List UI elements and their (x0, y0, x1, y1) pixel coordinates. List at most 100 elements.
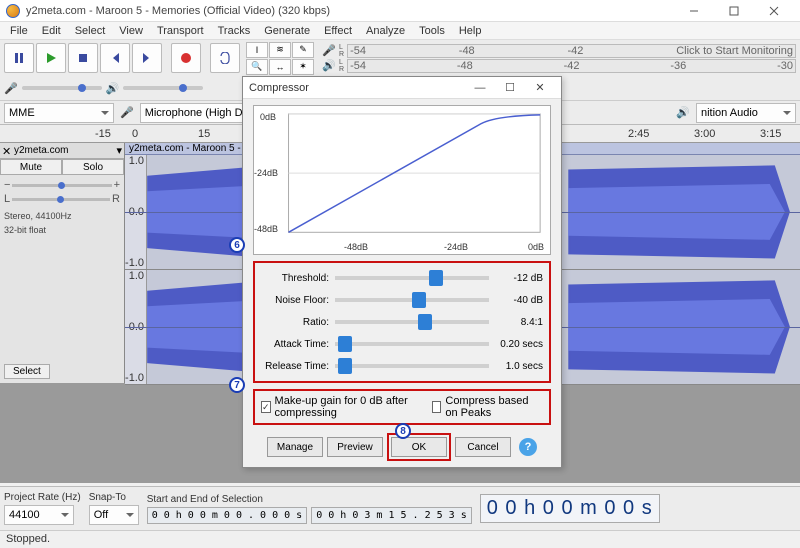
menu-generate[interactable]: Generate (258, 24, 316, 38)
ratio-value: 8.4:1 (495, 317, 543, 328)
menubar: File Edit Select View Transport Tracks G… (0, 22, 800, 40)
noise-floor-value: -40 dB (495, 295, 543, 306)
speaker-icon: 🔊 (322, 59, 336, 72)
mic-icon: 🎤 (322, 44, 336, 57)
snap-label: Snap-To (89, 492, 139, 503)
menu-file[interactable]: File (4, 24, 34, 38)
record-meter[interactable]: -54-48-42Click to Start Monitoring (347, 44, 796, 58)
menu-view[interactable]: View (113, 24, 149, 38)
close-button[interactable] (754, 0, 794, 22)
noise-floor-slider[interactable] (335, 298, 489, 302)
selection-end[interactable]: 0 0 h 0 3 m 1 5 . 2 5 3 s (311, 507, 472, 524)
ratio-slider[interactable] (335, 320, 489, 324)
mic-icon: 🎤 (120, 106, 134, 119)
timeshift-tool[interactable]: ↔ (269, 59, 291, 75)
play-volume-slider[interactable] (123, 86, 203, 90)
project-rate-dropdown[interactable]: 44100 (4, 505, 74, 525)
selection-start[interactable]: 0 0 h 0 0 m 0 0 . 0 0 0 s (147, 507, 308, 524)
dialog-title: Compressor (249, 82, 465, 94)
record-volume-slider[interactable] (22, 86, 102, 90)
host-dropdown[interactable]: MME (4, 103, 114, 123)
dialog-close-button[interactable]: ✕ (525, 78, 555, 98)
threshold-label: Threshold: (261, 273, 329, 284)
checks-group: ✓ Make-up gain for 0 dB after compressin… (253, 389, 551, 425)
dialog-maximize-button[interactable]: ☐ (495, 78, 525, 98)
menu-transport[interactable]: Transport (151, 24, 210, 38)
threshold-value: -12 dB (495, 273, 543, 284)
peaks-checkbox[interactable] (432, 401, 441, 413)
cancel-button[interactable]: Cancel (455, 437, 511, 457)
manage-button[interactable]: Manage (267, 437, 323, 457)
menu-tools[interactable]: Tools (413, 24, 451, 38)
stop-button[interactable] (68, 43, 98, 73)
makeup-gain-checkbox[interactable]: ✓ (261, 401, 271, 413)
selection-label: Start and End of Selection (147, 494, 472, 505)
track-format: Stereo, 44100Hz (0, 209, 124, 223)
selection-toolbar: Project Rate (Hz) 44100 Snap-To Off Star… (0, 486, 800, 530)
makeup-gain-label: Make-up gain for 0 dB after compressing (275, 395, 422, 419)
attack-label: Attack Time: (261, 339, 329, 350)
loop-button[interactable] (210, 43, 240, 73)
play-meter[interactable]: -54-48-42-36-30 (347, 59, 796, 73)
help-button[interactable]: ? (519, 438, 537, 456)
project-rate-label: Project Rate (Hz) (4, 492, 81, 503)
compressor-dialog: Compressor — ☐ ✕ 0dB -24dB -48dB -48dB -… (242, 76, 562, 468)
pause-button[interactable] (4, 43, 34, 73)
threshold-slider[interactable] (335, 276, 489, 280)
track-depth: 32-bit float (0, 223, 124, 237)
track-close-button[interactable]: ✕ (2, 145, 14, 157)
titlebar: y2meta.com - Maroon 5 - Memories (Offici… (0, 0, 800, 22)
speaker-icon: 🔊 (106, 82, 120, 95)
track-control-panel: ✕ y2meta.com ▾ Mute Solo −+ LR Stereo, 4… (0, 143, 125, 383)
dialog-minimize-button[interactable]: — (465, 78, 495, 98)
release-slider[interactable] (335, 364, 489, 368)
play-button[interactable] (36, 43, 66, 73)
release-value: 1.0 secs (495, 361, 543, 372)
envelope-tool[interactable]: ≋ (269, 42, 291, 58)
noise-floor-label: Noise Floor: (261, 295, 329, 306)
callout-6: 6 (229, 237, 245, 253)
mic-icon: 🎤 (4, 82, 18, 95)
compressor-curve: 0dB -24dB -48dB -48dB -24dB 0dB (253, 105, 551, 255)
menu-effect[interactable]: Effect (318, 24, 358, 38)
snap-dropdown[interactable]: Off (89, 505, 139, 525)
audio-position[interactable]: 0 0 h 0 0 m 0 0 s (480, 494, 660, 523)
peaks-label: Compress based on Peaks (445, 395, 543, 419)
ratio-label: Ratio: (261, 317, 329, 328)
output-device-dropdown[interactable]: nition Audio (696, 103, 796, 123)
menu-edit[interactable]: Edit (36, 24, 67, 38)
draw-tool[interactable]: ✎ (292, 42, 314, 58)
attack-slider[interactable] (335, 342, 489, 346)
track-name[interactable]: y2meta.com (14, 145, 116, 156)
solo-button[interactable]: Solo (62, 159, 124, 175)
maximize-button[interactable] (714, 0, 754, 22)
mute-button[interactable]: Mute (0, 159, 62, 175)
status-text: Stopped. (6, 533, 50, 545)
callout-8: 8 (395, 423, 411, 439)
meters: 🎤 LR -54-48-42Click to Start Monitoring … (322, 44, 796, 73)
params-group: Threshold: -12 dB Noise Floor: -40 dB Ra… (253, 261, 551, 383)
record-button[interactable] (171, 43, 201, 73)
ok-button[interactable]: OK (391, 437, 447, 457)
menu-tracks[interactable]: Tracks (212, 24, 257, 38)
menu-select[interactable]: Select (69, 24, 112, 38)
dialog-titlebar[interactable]: Compressor — ☐ ✕ (243, 77, 561, 99)
track-select-button[interactable]: Select (4, 364, 50, 379)
status-bar: Stopped. (0, 530, 800, 548)
multi-tool[interactable]: ✶ (292, 59, 314, 75)
selection-tool[interactable]: I (246, 42, 268, 58)
attack-value: 0.20 secs (495, 339, 543, 350)
release-label: Release Time: (261, 361, 329, 372)
pan-slider[interactable] (12, 198, 110, 201)
minimize-button[interactable] (674, 0, 714, 22)
zoom-tool[interactable]: 🔍 (246, 59, 268, 75)
gain-slider[interactable] (12, 184, 111, 187)
callout-7: 7 (229, 377, 245, 393)
menu-analyze[interactable]: Analyze (360, 24, 411, 38)
track-menu-button[interactable]: ▾ (116, 144, 122, 157)
skip-end-button[interactable] (132, 43, 162, 73)
app-icon (6, 4, 20, 18)
skip-start-button[interactable] (100, 43, 130, 73)
preview-button[interactable]: Preview (327, 437, 383, 457)
menu-help[interactable]: Help (453, 24, 488, 38)
